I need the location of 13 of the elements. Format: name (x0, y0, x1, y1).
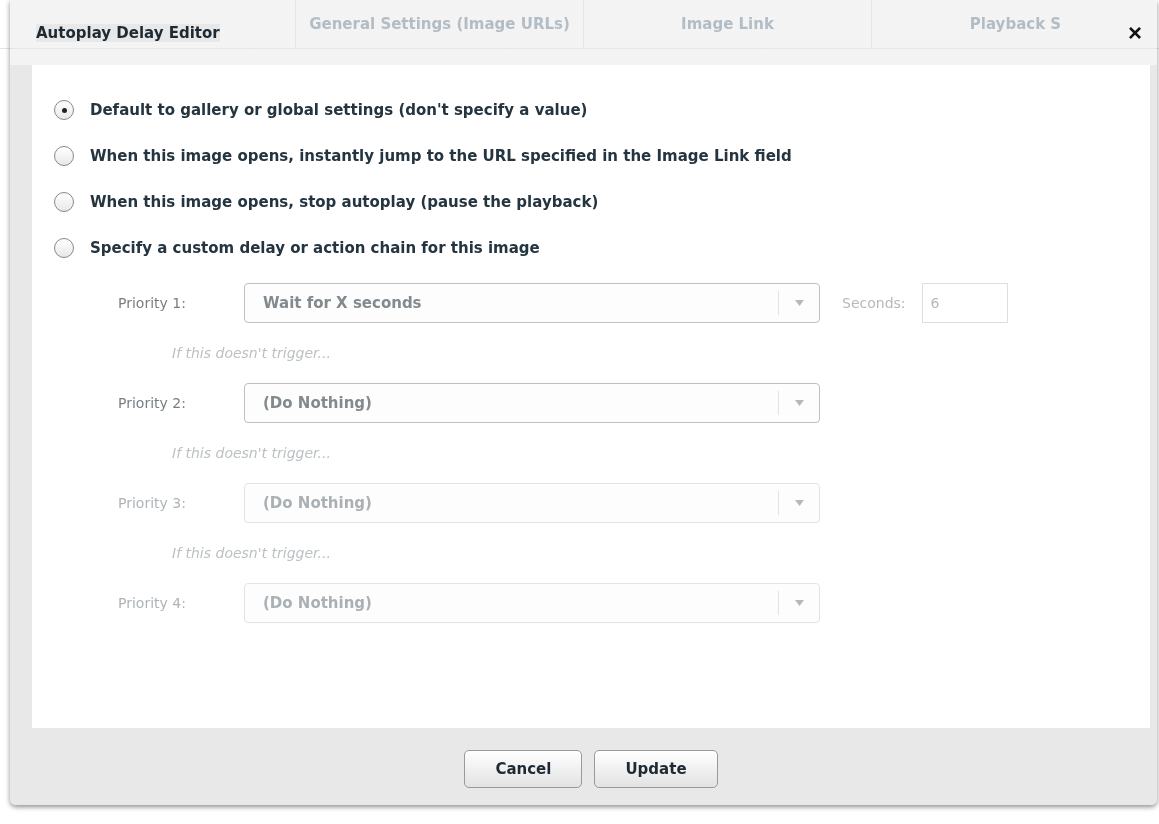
fallback-note: If this doesn't trigger... (172, 545, 331, 561)
option-label: When this image opens, stop autoplay (pause the playback) (90, 193, 599, 211)
fallback-note: If this doesn't trigger... (172, 345, 331, 361)
dialog-title: Autoplay Delay Editor (36, 23, 220, 42)
priority-label: Priority 1: (118, 295, 187, 311)
seconds-label: Seconds: (842, 295, 906, 311)
option-label: Default to gallery or global settings (don't specify a value) (90, 101, 588, 119)
option-label: When this image opens, instantly jump to the URL specified in the Image Link field (90, 147, 792, 165)
fallback-note: If this doesn't trigger... (172, 445, 331, 461)
priority-label: Priority 3: (118, 495, 187, 511)
priority-label: Priority 2: (118, 395, 187, 411)
priority-label: Priority 4: (118, 595, 187, 611)
option-label: Specify a custom delay or action chain for this image (90, 239, 540, 257)
